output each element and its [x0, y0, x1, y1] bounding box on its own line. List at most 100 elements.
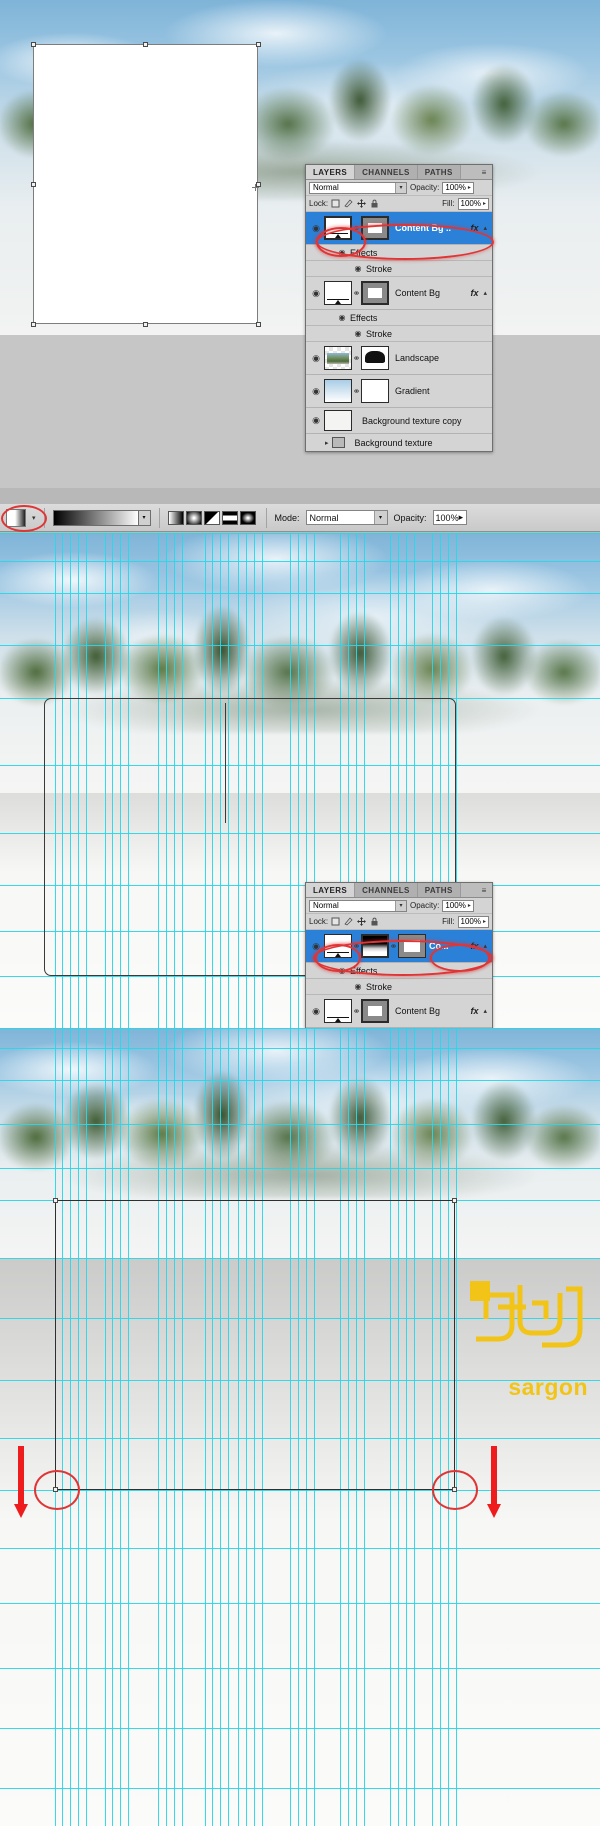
lock-toggle-group[interactable] [331, 199, 379, 208]
link-icon[interactable]: ⚭ [352, 223, 361, 234]
reflected-gradient-icon[interactable] [221, 510, 238, 525]
eye-icon[interactable]: ◉ [308, 941, 324, 952]
linear-gradient-icon[interactable] [167, 510, 184, 525]
opacity-field[interactable]: 100% ▸ [442, 899, 474, 912]
chevron-down-icon[interactable]: ▾ [373, 511, 387, 524]
gradient-preview-swatch[interactable] [52, 509, 139, 526]
layer-row[interactable]: ◉ Background texture copy [306, 408, 492, 434]
opacity-stepper-icon[interactable]: ▸ [459, 512, 464, 523]
fill-stepper-icon[interactable]: ▸ [481, 918, 486, 925]
lock-all-padlock-icon[interactable] [370, 199, 379, 208]
gradient-type-group[interactable] [167, 510, 258, 525]
tab-paths[interactable]: PATHS [417, 883, 461, 897]
layer-mask-thumbnail[interactable] [361, 281, 389, 305]
effect-stroke-row[interactable]: ◉ Stroke [306, 326, 492, 342]
selection-handle-tl[interactable] [53, 1198, 58, 1203]
eye-icon[interactable]: ◉ [308, 223, 324, 234]
gradient-tool-options-bar[interactable]: ▾ ▾ Mode: Normal ▾ Opacity: 100% ▸ [0, 504, 600, 532]
layer-row[interactable]: ◉ ⚭ Landscape [306, 342, 492, 375]
eye-icon[interactable]: ◉ [308, 415, 324, 426]
eye-icon[interactable]: ◉ [308, 386, 324, 397]
tab-layers[interactable]: LAYERS [306, 165, 356, 179]
transform-handle-ml[interactable] [31, 182, 36, 187]
link-icon[interactable]: ⚭ [352, 941, 361, 952]
radial-gradient-icon[interactable] [185, 510, 202, 525]
chevron-down-icon[interactable]: ▾ [395, 182, 406, 193]
fill-field[interactable]: 100% ▸ [457, 915, 489, 928]
layer-group-row[interactable]: ▸ Background texture [306, 434, 492, 451]
transform-handle-tr[interactable] [256, 42, 261, 47]
eye-icon[interactable]: ◉ [308, 1006, 324, 1017]
chevron-up-icon[interactable]: ▴ [480, 1007, 490, 1015]
eye-icon[interactable]: ◉ [308, 288, 324, 299]
layer-thumbnail[interactable] [324, 346, 352, 370]
effects-group-row[interactable]: ◉ Effects [306, 245, 492, 261]
lock-transparency-icon[interactable] [331, 199, 340, 208]
opacity-field[interactable]: 100% ▸ [442, 181, 474, 194]
fill-stepper-icon[interactable]: ▸ [481, 200, 486, 207]
panel-tab-bar-1[interactable]: LAYERS CHANNELS PATHS ≡ [306, 165, 492, 180]
lock-image-brush-icon[interactable] [344, 199, 353, 208]
transform-handle-tl[interactable] [31, 42, 36, 47]
effects-group-row[interactable]: ◉ Effects [306, 963, 492, 979]
eye-icon[interactable]: ◉ [334, 966, 350, 975]
effect-stroke-row[interactable]: ◉ Stroke [306, 261, 492, 277]
opacity-stepper-icon[interactable]: ▸ [466, 184, 471, 191]
layer-row[interactable]: ◉ ⚭ Content Bg .. fx ▴ [306, 212, 492, 245]
effects-group-row[interactable]: ◉ Effects [306, 310, 492, 326]
chevron-up-icon[interactable]: ▴ [480, 289, 490, 297]
layer-thumbnail[interactable] [324, 216, 352, 240]
eye-icon[interactable]: ◉ [350, 982, 366, 991]
tab-layers[interactable]: LAYERS [306, 883, 356, 897]
selection-handle-tr[interactable] [452, 1198, 457, 1203]
layer-thumbnail[interactable] [324, 934, 352, 958]
tab-channels[interactable]: CHANNELS [355, 165, 418, 179]
fill-field[interactable]: 100% ▸ [457, 197, 489, 210]
layer-mask-thumbnail[interactable] [361, 999, 389, 1023]
layer-thumbnail[interactable] [324, 379, 352, 403]
transform-handle-bl[interactable] [31, 322, 36, 327]
mode-select[interactable]: Normal ▾ [305, 510, 388, 525]
chevron-up-icon[interactable]: ▴ [480, 942, 490, 950]
lock-transparency-icon[interactable] [331, 917, 340, 926]
fx-icon[interactable]: fx [468, 941, 480, 951]
lock-row-2[interactable]: Lock: Fill: 100% ▸ [306, 914, 492, 930]
eye-icon[interactable]: ◉ [350, 329, 366, 338]
layers-panel-2[interactable]: LAYERS CHANNELS PATHS ≡ Normal ▾ Opacity… [305, 882, 493, 1028]
transform-bounding-box[interactable] [33, 44, 258, 324]
layers-panel-1[interactable]: LAYERS CHANNELS PATHS ≡ Normal ▾ Opacity… [305, 164, 493, 452]
gradient-tool-icon[interactable] [6, 508, 26, 527]
gradient-preset-picker[interactable]: ▾ [52, 509, 151, 526]
link-icon[interactable]: ⚭ [352, 386, 361, 397]
link-icon[interactable]: ⚭ [352, 353, 361, 364]
chevron-up-icon[interactable]: ▴ [480, 224, 490, 232]
fx-icon[interactable]: fx [468, 223, 480, 233]
layer-row[interactable]: ◉ ⚭ Content Bg fx ▴ [306, 277, 492, 310]
blend-mode-row-2[interactable]: Normal ▾ Opacity: 100% ▸ [306, 898, 492, 914]
layer-mask-thumbnail[interactable] [361, 216, 389, 240]
smart-object-thumbnail[interactable] [398, 934, 426, 958]
lock-toggle-group[interactable] [331, 917, 379, 926]
fx-icon[interactable]: fx [468, 288, 480, 298]
blend-mode-row-1[interactable]: Normal ▾ Opacity: 100% ▸ [306, 180, 492, 196]
diamond-gradient-icon[interactable] [239, 510, 256, 525]
layer-mask-thumbnail[interactable] [361, 379, 389, 403]
eye-icon[interactable]: ◉ [308, 353, 324, 364]
layer-row[interactable]: ◉ ⚭ Content Bg fx ▴ [306, 995, 492, 1028]
tab-paths[interactable]: PATHS [417, 165, 461, 179]
layer-row[interactable]: ◉ ⚭ Gradient [306, 375, 492, 408]
lock-position-move-icon[interactable] [357, 199, 367, 208]
chevron-down-icon[interactable]: ▾ [395, 900, 406, 911]
chevron-right-icon[interactable]: ▸ [322, 439, 332, 447]
layer-mask-gradient-thumbnail[interactable] [361, 934, 389, 958]
eye-icon[interactable]: ◉ [334, 248, 350, 257]
transform-handle-tm[interactable] [143, 42, 148, 47]
lock-row-1[interactable]: Lock: Fill: 100% ▸ [306, 196, 492, 212]
layer-thumbnail[interactable] [324, 281, 352, 305]
panel-tab-bar-2[interactable]: LAYERS CHANNELS PATHS ≡ [306, 883, 492, 898]
layer-mask-thumbnail[interactable] [361, 346, 389, 370]
blend-mode-select[interactable]: Normal ▾ [309, 899, 407, 912]
layer-row[interactable]: ◉ ⚭ ⚭ Co... fx ▴ [306, 930, 492, 963]
angle-gradient-icon[interactable] [203, 510, 220, 525]
layer-thumbnail[interactable] [324, 999, 352, 1023]
